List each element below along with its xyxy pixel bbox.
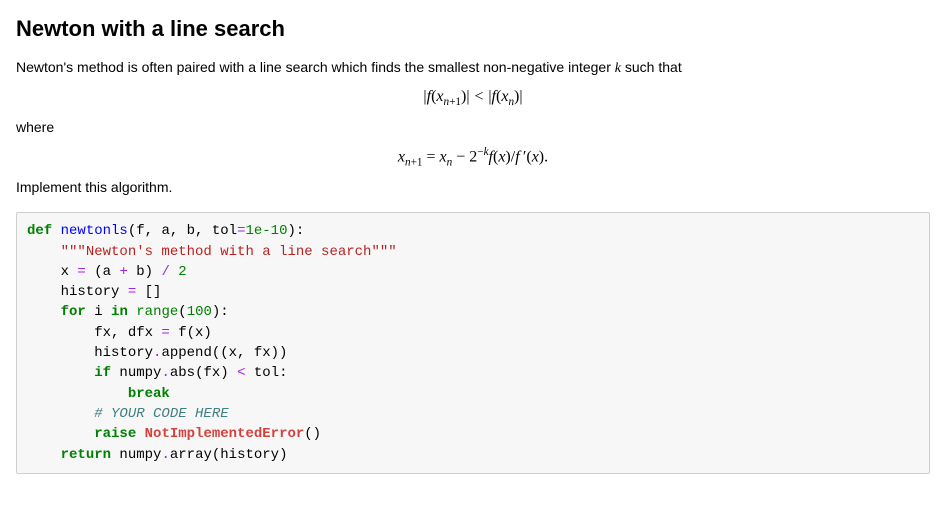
code-text: numpy — [111, 365, 161, 381]
docstring: """Newton's method with a line search""" — [61, 244, 397, 260]
code-text: [] — [136, 284, 161, 300]
equation-1: |f(xn+1)| < |f(xn)| — [16, 85, 930, 111]
kw-in: in — [111, 304, 128, 320]
intro-text: Newton's method is often paired with a l… — [16, 59, 615, 75]
comment: # YOUR CODE HERE — [94, 406, 228, 422]
code-text: tol: — [245, 365, 287, 381]
code-text: () — [304, 426, 321, 442]
kw-raise: raise — [94, 426, 136, 442]
kw-break: break — [128, 386, 170, 402]
code-text: (a — [86, 264, 120, 280]
code-text: array(history) — [170, 447, 288, 463]
code-text — [27, 365, 94, 381]
intro-tail: such that — [621, 59, 682, 75]
num-lit: 2 — [178, 264, 186, 280]
fn-name: newtonls — [61, 223, 128, 239]
code-text: ): — [287, 223, 304, 239]
op-div: / — [161, 264, 169, 280]
equation-2: xn+1 = xn − 2−kf(x)/f ′(x). — [16, 144, 930, 171]
code-text: history — [27, 345, 153, 361]
code-text — [27, 426, 94, 442]
where-text: where — [16, 117, 930, 138]
op-eq: = — [161, 325, 169, 341]
op-eq: = — [77, 264, 85, 280]
code-text: f(x) — [170, 325, 212, 341]
code-text — [27, 447, 61, 463]
code-text: ): — [212, 304, 229, 320]
op-dot: . — [161, 365, 169, 381]
code-text: b) — [128, 264, 162, 280]
kw-for: for — [61, 304, 86, 320]
code-text — [128, 304, 136, 320]
num-lit: 1e-10 — [245, 223, 287, 239]
kw-def: def — [27, 223, 52, 239]
code-text: ( — [178, 304, 186, 320]
code-text: history — [27, 284, 128, 300]
section-heading: Newton with a line search — [16, 12, 930, 45]
num-lit: 100 — [187, 304, 212, 320]
code-text — [27, 386, 128, 402]
code-text — [170, 264, 178, 280]
kw-if: if — [94, 365, 111, 381]
code-text: append((x, fx)) — [161, 345, 287, 361]
code-cell[interactable]: def newtonls(f, a, b, tol = 1e-10): """New… — [16, 212, 930, 474]
op-dot: . — [161, 447, 169, 463]
op-eq: = — [128, 284, 136, 300]
code-text: i — [86, 304, 111, 320]
code-text — [27, 406, 94, 422]
kw-return: return — [61, 447, 111, 463]
exc-name: NotImplementedError — [145, 426, 305, 442]
op-plus: + — [119, 264, 127, 280]
implement-text: Implement this algorithm. — [16, 177, 930, 198]
code-text: x — [27, 264, 77, 280]
code-text — [136, 426, 144, 442]
code-text: fx, dfx — [27, 325, 161, 341]
intro-paragraph: Newton's method is often paired with a l… — [16, 57, 930, 79]
code-text: numpy — [111, 447, 161, 463]
code-text: (f, a, b, tol — [128, 223, 237, 239]
builtin-range: range — [136, 304, 178, 320]
code-text: abs(fx) — [170, 365, 237, 381]
